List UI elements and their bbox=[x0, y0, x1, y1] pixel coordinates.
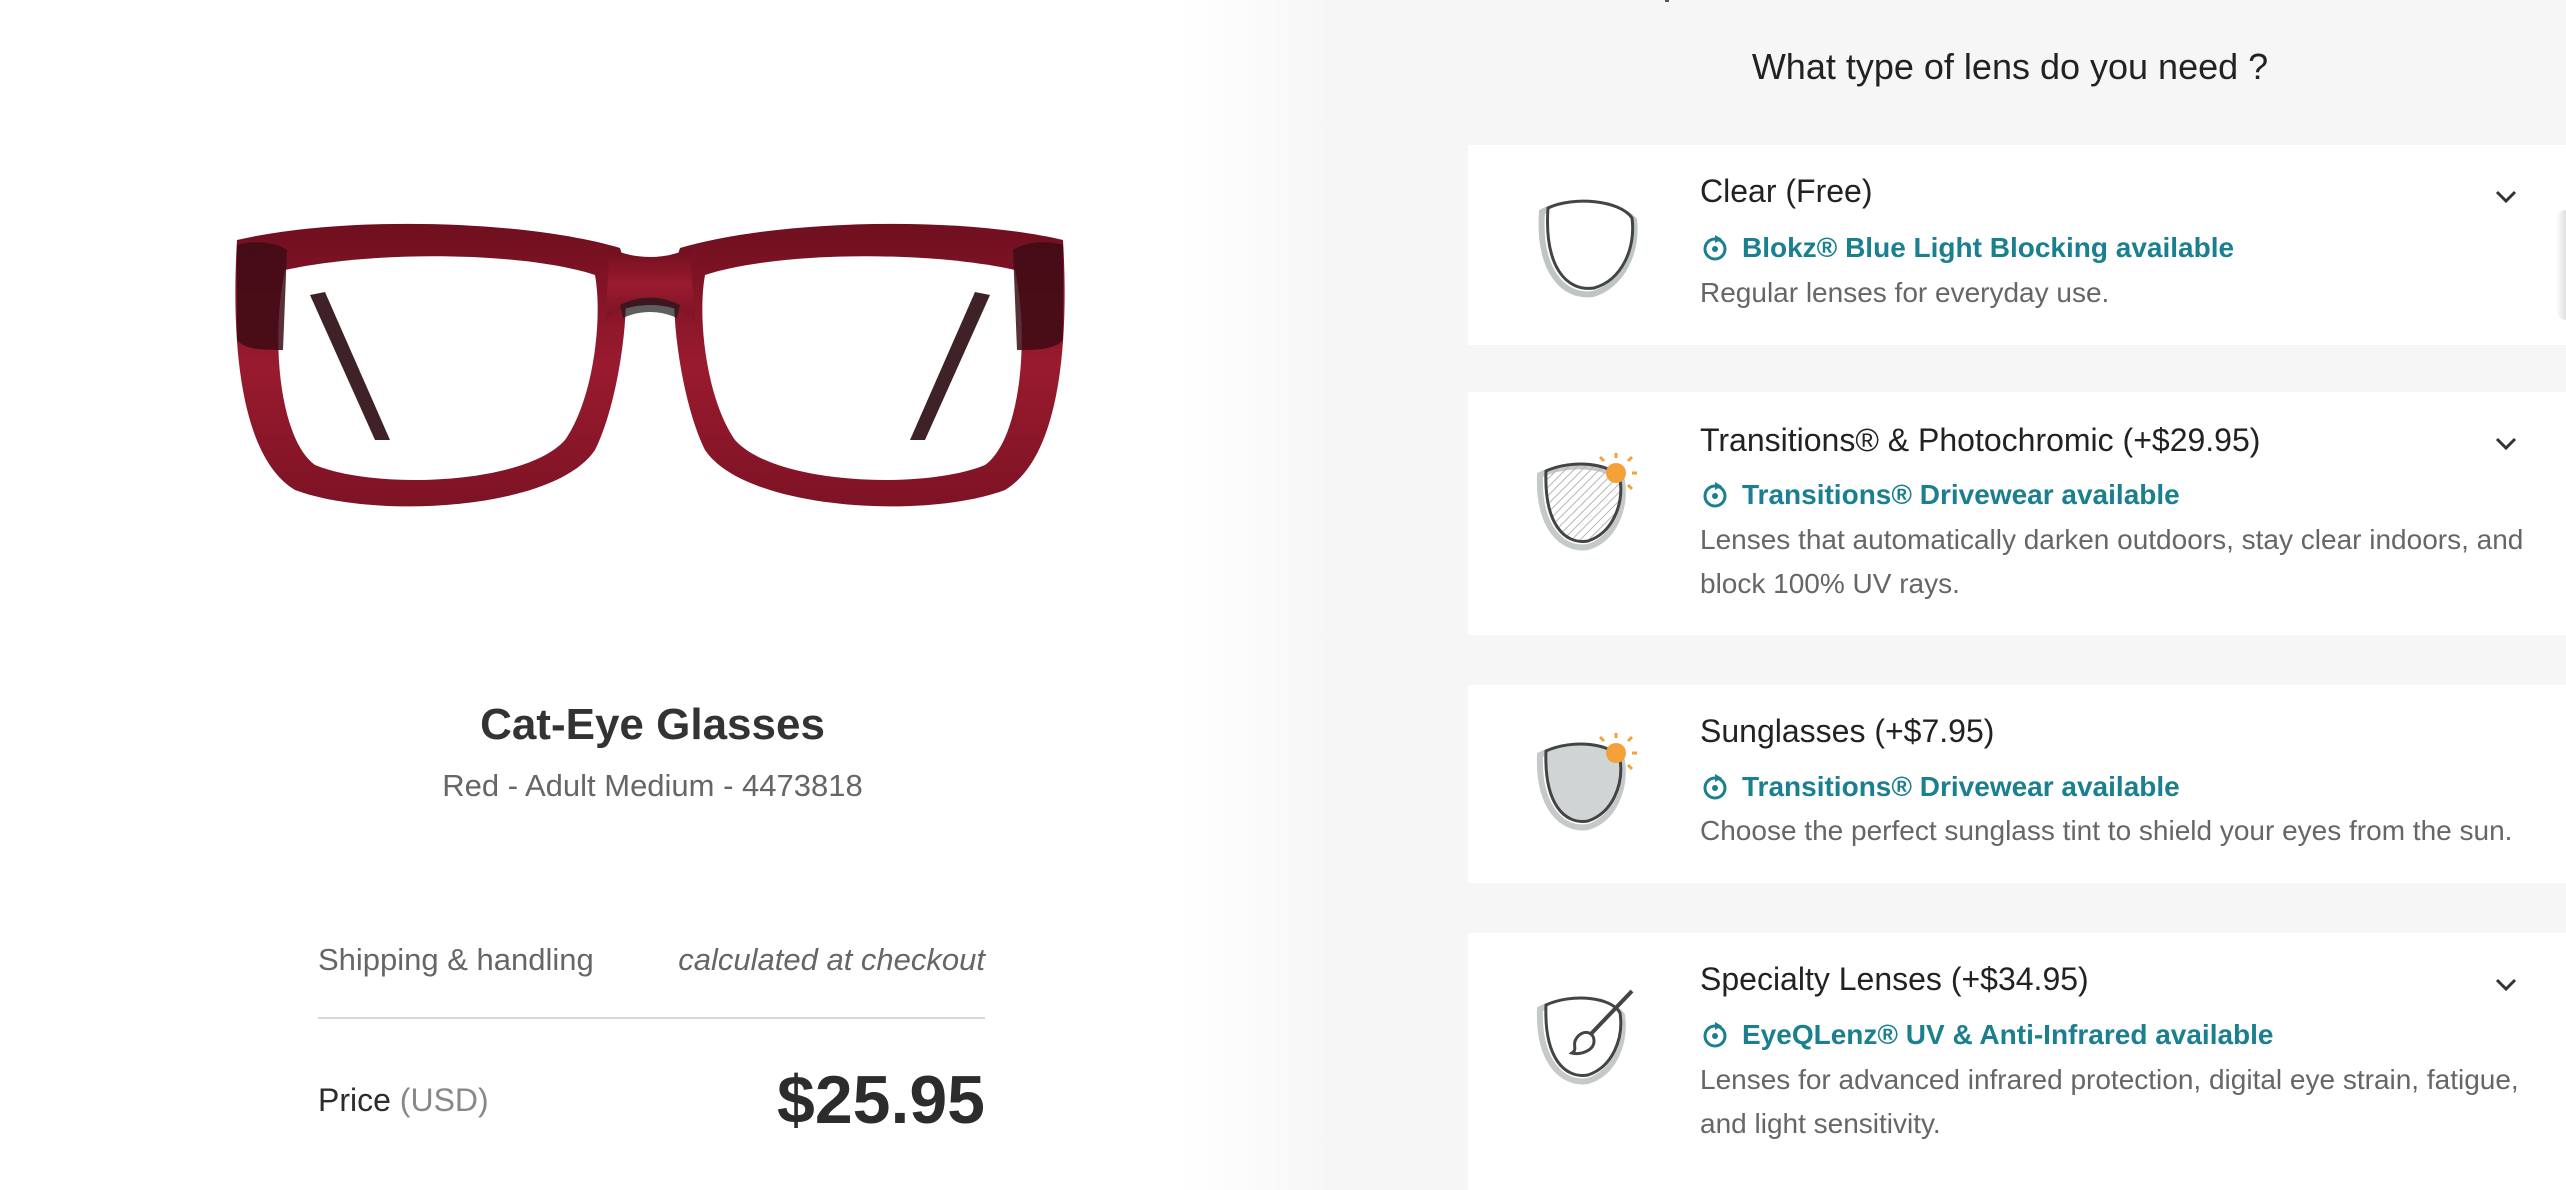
lens-option-title: Sunglasses (+$7.95) bbox=[1700, 713, 1995, 749]
lens-option-feature[interactable]: EyeQLenz® UV & Anti-Infrared available bbox=[1700, 1019, 2274, 1051]
product-name: Cat-Eye Glasses bbox=[480, 700, 825, 749]
chevron-down-icon[interactable] bbox=[2491, 429, 2521, 459]
lens-question: What type of lens do you need ? bbox=[1751, 46, 2269, 87]
lens-option-feature[interactable]: Blokz® Blue Light Blocking available bbox=[1700, 232, 2234, 264]
price-label-group: Price (USD) bbox=[318, 1082, 489, 1119]
lens-option-title: Transitions® & Photochromic (+$29.95) bbox=[1700, 422, 2261, 458]
summary-divider bbox=[318, 1017, 985, 1019]
shipping-row: Shipping & handling calculated at checko… bbox=[318, 935, 985, 985]
price-value: $25.95 bbox=[777, 1062, 985, 1138]
price-currency: (USD) bbox=[399, 1081, 489, 1118]
lens-option-description: Lenses for advanced infrared protection,… bbox=[1700, 1064, 2519, 1139]
lens-option-description: Regular lenses for everyday use. bbox=[1700, 277, 2110, 308]
lens-option-specialty[interactable]: Specialty Lenses (+$34.95) EyeQLenz® UV … bbox=[1468, 933, 2566, 1190]
product-details: Red - Adult Medium - 4473818 bbox=[442, 768, 863, 803]
lens-option-transitions[interactable]: Transitions® & Photochromic (+$29.95) Tr… bbox=[1468, 392, 2566, 635]
lens-option-sunglasses[interactable]: Sunglasses (+$7.95) Transitions® Drivewe… bbox=[1468, 685, 2566, 883]
photochromic-lens-icon bbox=[1528, 447, 1638, 557]
lens-option-description: Choose the perfect sunglass tint to shie… bbox=[1700, 815, 2513, 846]
lens-option-feature[interactable]: Transitions® Drivewear available bbox=[1700, 479, 2180, 511]
chevron-down-icon[interactable] bbox=[2491, 970, 2521, 1000]
shipping-value: calculated at checkout bbox=[678, 942, 985, 977]
lens-option-feature[interactable]: Transitions® Drivewear available bbox=[1700, 771, 2180, 803]
chevron-down-icon[interactable] bbox=[2491, 182, 2521, 212]
glasses-image bbox=[225, 200, 1075, 540]
refresh-icon bbox=[1703, 235, 1727, 261]
clear-lens-icon bbox=[1528, 190, 1638, 300]
refresh-icon bbox=[1703, 482, 1727, 508]
lens-selector-panel: What type of lens do you need ? Clear (F… bbox=[1335, 0, 2566, 1190]
lens-option-title: Specialty Lenses (+$34.95) bbox=[1700, 961, 2089, 997]
lens-option-title: Clear (Free) bbox=[1700, 173, 1873, 209]
price-row: Price (USD) $25.95 bbox=[318, 1060, 985, 1140]
refresh-icon bbox=[1703, 1022, 1727, 1048]
refresh-icon bbox=[1703, 774, 1727, 800]
specialty-lens-icon bbox=[1528, 981, 1638, 1091]
lens-option-clear[interactable]: Clear (Free) Blokz® Blue Light Blocking … bbox=[1468, 145, 2566, 345]
shipping-label: Shipping & handling bbox=[318, 942, 594, 977]
price-label: Price bbox=[318, 1081, 391, 1118]
sunglasses-lens-icon bbox=[1528, 727, 1638, 837]
lens-option-description: Lenses that automatically darken outdoor… bbox=[1700, 524, 2524, 599]
product-summary-panel: Cat-Eye Glasses Red - Adult Medium - 447… bbox=[0, 0, 1335, 1190]
